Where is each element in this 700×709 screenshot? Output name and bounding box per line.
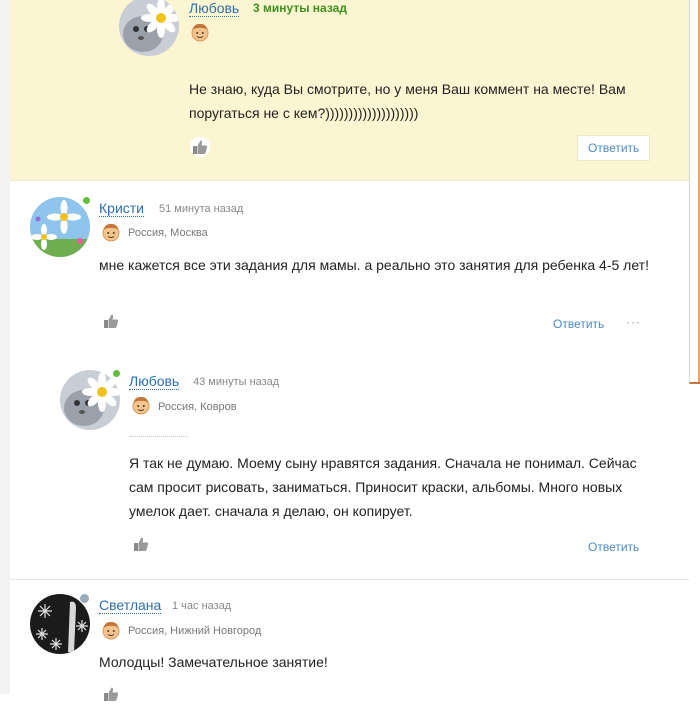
comment-time: 43 минуты назад	[193, 376, 280, 388]
clock-icon	[79, 593, 90, 604]
smiley-face-icon	[101, 222, 121, 242]
thumbs-up-icon	[190, 137, 210, 157]
author-name[interactable]: Любовь	[189, 0, 240, 17]
online-status-dot	[82, 196, 91, 205]
reply-button[interactable]: Ответить	[577, 135, 651, 161]
comments-page: Любовь 3 минуты назад Не знаю, куда Вы с…	[0, 0, 700, 694]
daisy-sky-avatar-icon	[30, 197, 90, 257]
comment-text: Молодцы! Замечательное занятие!	[99, 654, 328, 670]
smiley-face-icon	[131, 395, 151, 415]
online-status-dot	[112, 369, 121, 378]
thumbs-up-icon	[101, 684, 121, 704]
avatar[interactable]	[30, 197, 90, 257]
like-button[interactable]	[131, 534, 151, 554]
comment-text: мне кажется все эти задания для мамы. а …	[99, 257, 649, 273]
user-location: Россия, Ковров	[158, 401, 237, 413]
daisy-cat-avatar-icon	[60, 370, 120, 430]
like-button[interactable]	[101, 311, 121, 331]
thumbs-up-icon	[131, 534, 151, 554]
author-name[interactable]: Кристи	[99, 200, 144, 217]
daisy-cat-avatar-icon	[119, 0, 179, 56]
reply-button[interactable]: Ответить	[553, 317, 604, 331]
comment-time: 51 минута назад	[159, 203, 244, 215]
like-button[interactable]	[190, 137, 210, 157]
comment: Светлана 1 час назад Россия, Нижний Новг…	[10, 580, 689, 694]
comment-highlighted: Любовь 3 минуты назад Не знаю, куда Вы с…	[10, 0, 689, 181]
avatar[interactable]	[60, 370, 120, 430]
author-name[interactable]: Любовь	[129, 373, 180, 390]
user-location: Россия, Нижний Новгород	[128, 625, 262, 637]
comment-thread: Кристи 51 минута назад Россия, Москва мн…	[10, 181, 689, 580]
divider	[130, 436, 188, 439]
like-button[interactable]	[101, 684, 121, 704]
comment-text: Я так не думаю. Моему сыну нравятся зада…	[129, 455, 637, 519]
more-options-button[interactable]: ···	[626, 315, 641, 329]
smiley-face-icon	[101, 620, 121, 640]
thumbs-up-icon	[101, 311, 121, 331]
comment-time: 1 час назад	[172, 600, 232, 612]
comment-time: 3 минуты назад	[253, 1, 347, 15]
avatar[interactable]	[119, 0, 179, 56]
user-location: Россия, Москва	[128, 227, 208, 239]
author-name[interactable]: Светлана	[99, 597, 162, 614]
comment-text: Не знаю, куда Вы смотрите, но у меня Ваш…	[189, 81, 626, 121]
smiley-face-icon	[190, 22, 210, 42]
page-scroll-edge	[689, 0, 700, 384]
reply-button[interactable]: Ответить	[588, 540, 639, 554]
